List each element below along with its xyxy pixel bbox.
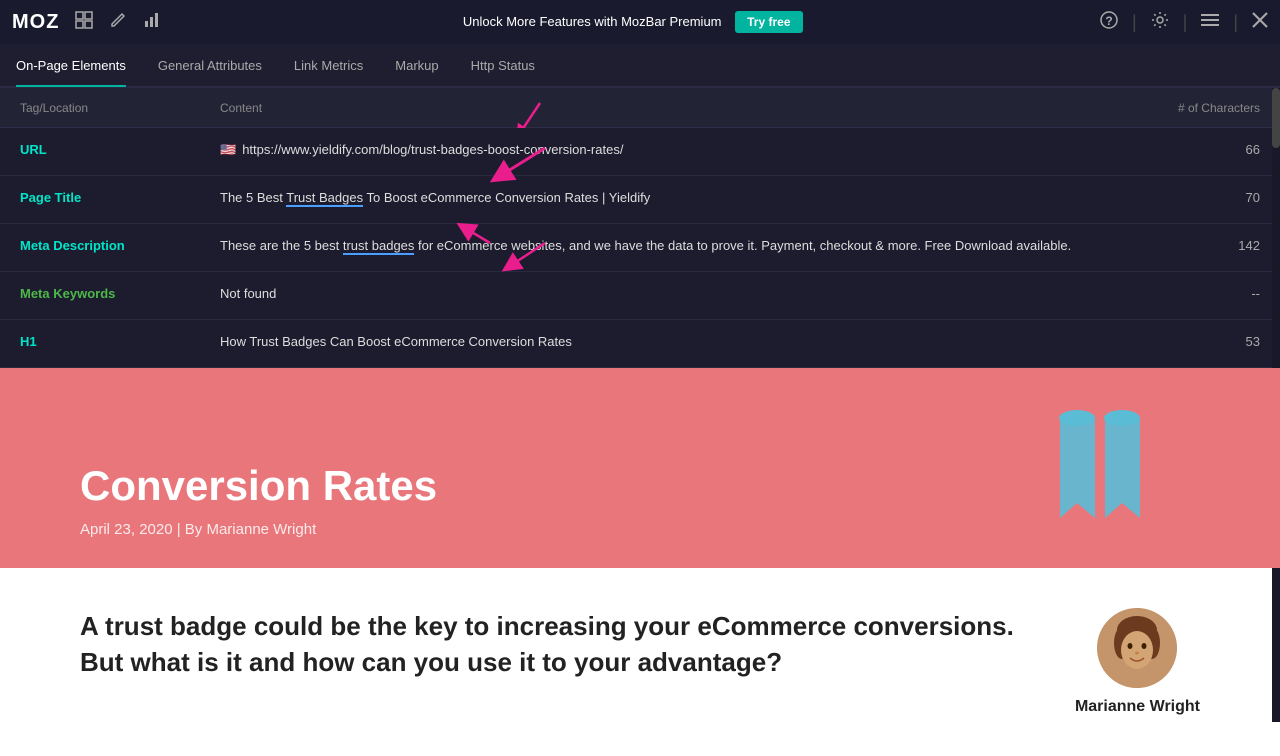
col-chars-header: # of Characters	[1140, 101, 1260, 115]
table-row: H1 How Trust Badges Can Boost eCommerce …	[0, 320, 1280, 368]
row-tag-pagetitle: Page Title	[20, 188, 220, 205]
close-icon[interactable]	[1252, 12, 1268, 33]
row-tag-url: URL	[20, 140, 220, 157]
promo-message: Unlock More Features with MozBar Premium	[463, 14, 722, 29]
flag-icon: 🇺🇸	[220, 142, 236, 157]
author-avatar	[1097, 608, 1177, 688]
page-bottom: A trust badge could be the key to increa…	[0, 568, 1280, 756]
tab-on-page-elements[interactable]: On-Page Elements	[16, 43, 142, 87]
table-row: Meta Keywords Not found --	[0, 272, 1280, 320]
table-body-container: URL 🇺🇸 https://www.yieldify.com/blog/trus…	[0, 128, 1280, 368]
row-tag-h1: H1	[20, 332, 220, 349]
row-tag-metadesc: Meta Description	[20, 236, 220, 253]
tab-link-metrics[interactable]: Link Metrics	[278, 43, 379, 87]
table-header: Tag/Location Content # of Characters	[0, 88, 1280, 128]
table-row: Page Title The 5 Best Trust Badges To Bo…	[0, 176, 1280, 224]
row-content-metadesc: These are the 5 best trust badges for eC…	[220, 236, 1140, 256]
topbar-right: ? | | |	[1100, 11, 1268, 34]
scrollbar-thumb[interactable]	[1272, 88, 1280, 148]
author-photo	[1097, 608, 1177, 688]
row-chars-pagetitle: 70	[1140, 188, 1260, 205]
topbar-left: MOZ	[12, 7, 165, 38]
tab-general-attributes[interactable]: General Attributes	[142, 43, 278, 87]
topbar-icons	[71, 7, 165, 38]
row-chars-metakw: --	[1140, 284, 1260, 301]
tab-nav: On-Page Elements General Attributes Link…	[0, 44, 1280, 88]
tab-markup[interactable]: Markup	[379, 43, 454, 87]
menu-icon[interactable]	[1201, 13, 1219, 32]
author-block: Marianne Wright	[1075, 608, 1200, 716]
divider2: |	[1183, 12, 1188, 33]
table-row: Meta Description These are the 5 best tr…	[0, 224, 1280, 272]
row-content-metakw: Not found	[220, 284, 1140, 304]
trust-badges-underline: Trust Badges	[286, 190, 363, 207]
row-content-h1: How Trust Badges Can Boost eCommerce Con…	[220, 332, 1140, 352]
try-free-button[interactable]: Try free	[735, 11, 802, 33]
url-link[interactable]: https://www.yieldify.com/blog/trust-badg…	[242, 142, 623, 157]
moz-logo: MOZ	[12, 11, 59, 34]
webpage-date: April 23, 2020 | By Marianne Wright	[80, 521, 437, 538]
row-chars-url: 66	[1140, 140, 1260, 157]
webpage-content: Conversion Rates April 23, 2020 | By Mar…	[80, 463, 437, 538]
col-content-header: Content	[220, 101, 680, 115]
settings-icon[interactable]	[1151, 11, 1169, 34]
edit-icon[interactable]	[105, 7, 131, 38]
divider1: |	[1132, 12, 1137, 33]
row-content-url: 🇺🇸 https://www.yieldify.com/blog/trust-ba…	[220, 140, 1140, 160]
promo-text: Unlock More Features with MozBar Premium…	[463, 11, 803, 33]
row-chars-h1: 53	[1140, 332, 1260, 349]
ribbon-decoration	[1000, 408, 1200, 568]
col-tag-header: Tag/Location	[20, 101, 220, 115]
chart-icon[interactable]	[139, 7, 165, 38]
table-body: URL 🇺🇸 https://www.yieldify.com/blog/trus…	[0, 128, 1280, 368]
webpage-hero: Conversion Rates April 23, 2020 | By Mar…	[0, 368, 1280, 568]
svg-text:?: ?	[1105, 14, 1112, 28]
divider3: |	[1233, 12, 1238, 33]
trust-badges-underline-2: trust badges	[343, 238, 415, 255]
row-content-pagetitle: The 5 Best Trust Badges To Boost eCommer…	[220, 188, 1140, 208]
webpage-title: Conversion Rates	[80, 463, 437, 509]
grid-icon[interactable]	[71, 7, 97, 38]
row-chars-metadesc: 142	[1140, 236, 1260, 253]
article-teaser: A trust badge could be the key to increa…	[80, 608, 1015, 681]
row-tag-metakw: Meta Keywords	[20, 284, 220, 301]
on-page-table: Tag/Location Content # of Characters URL…	[0, 88, 1280, 368]
topbar: MOZ	[0, 0, 1280, 44]
table-row: URL 🇺🇸 https://www.yieldify.com/blog/trus…	[0, 128, 1280, 176]
help-icon[interactable]: ?	[1100, 11, 1118, 34]
tab-http-status[interactable]: Http Status	[455, 43, 551, 87]
author-name: Marianne Wright	[1075, 698, 1200, 716]
